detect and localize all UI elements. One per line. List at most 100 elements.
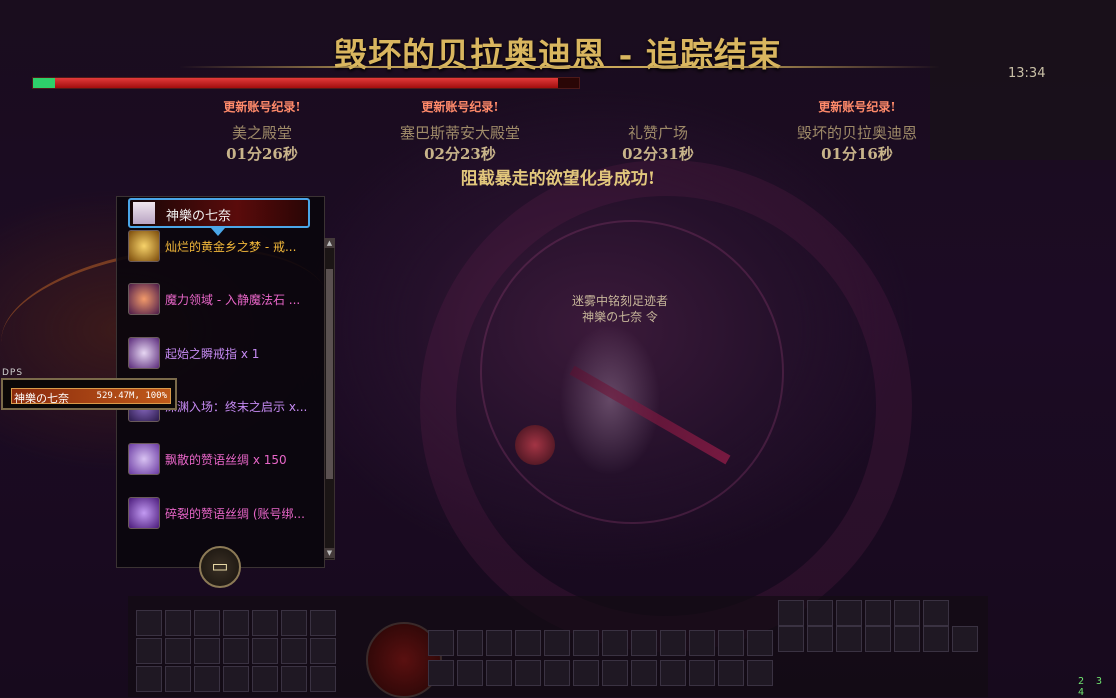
skill-slot[interactable] [544,630,570,656]
skill-slot[interactable] [165,666,191,692]
skill-slot[interactable] [223,610,249,636]
ring-icon [128,337,160,369]
dps-meter[interactable]: 神樂の七奈 529.47M, 100% [1,378,177,410]
clear-time: 01分26秒 [226,145,298,163]
skill-slot[interactable] [778,626,804,652]
skill-slot[interactable] [165,638,191,664]
loot-item[interactable]: 魔力领域 - 入静魔法石 ... [128,283,318,319]
skill-slot[interactable] [894,626,920,652]
skill-slot[interactable] [457,630,483,656]
clear-time: 02分31秒 [622,145,694,163]
skill-slot[interactable] [194,610,220,636]
skill-slot[interactable] [807,600,833,626]
player-character[interactable] [555,325,665,475]
skill-slot[interactable] [515,660,541,686]
skill-slot[interactable] [136,638,162,664]
skill-slot[interactable] [602,630,628,656]
skill-slot[interactable] [310,610,336,636]
torn-silk-icon [128,497,160,529]
record-item: 礼赞广场 02分31秒 [568,98,748,164]
skill-slot[interactable] [660,660,686,686]
dps-value: 529.47M, 100% [96,391,167,401]
skill-slot[interactable] [894,600,920,626]
stage-name: 毁坏的贝拉奥迪恩 [796,124,917,142]
skill-slot[interactable] [923,600,949,626]
skill-slot[interactable] [281,638,307,664]
loot-item-label: 深渊入场：终末之启示 x... [165,400,308,414]
skill-slot[interactable] [865,600,891,626]
skill-slot[interactable] [573,630,599,656]
record-item: 更新账号纪录! 毁坏的贝拉奥迪恩 01分16秒 [767,98,947,164]
skill-slot[interactable] [252,666,278,692]
clear-time: 01分16秒 [821,145,893,163]
skill-slot[interactable] [223,666,249,692]
skill-slot[interactable] [194,638,220,664]
skill-slot[interactable] [836,600,862,626]
dps-tag: DPS [2,368,24,378]
loot-item-label: 碎裂的赞语丝绸 (账号绑... [165,507,305,521]
skill-slot[interactable] [602,660,628,686]
scrollbar-thumb[interactable] [326,269,333,479]
boss-hp-bar [32,77,580,89]
player-title-line1: 迷雾中铭刻足迹者 [571,294,668,308]
gold-ring-icon [128,230,160,262]
loot-item-label: 灿烂的黄金乡之梦 - 戒... [165,240,297,254]
record-item: 更新账号纪录! 塞巴斯蒂安大殿堂 02分23秒 [370,98,550,164]
skill-slot[interactable] [486,660,512,686]
skill-slot[interactable] [865,626,891,652]
loot-item[interactable]: 起始之瞬戒指 x 1 [128,337,318,373]
skill-slot[interactable] [689,630,715,656]
skill-slot[interactable] [252,638,278,664]
skill-slot[interactable] [631,630,657,656]
skill-slot[interactable] [689,660,715,686]
skill-slot[interactable] [310,638,336,664]
skill-slot[interactable] [136,610,162,636]
loot-item[interactable]: 灿烂的黄金乡之梦 - 戒... [128,230,318,266]
skill-slot[interactable] [457,660,483,686]
new-record-label: 更新账号纪录! [223,100,301,114]
skill-slot[interactable] [194,666,220,692]
skill-slot[interactable] [544,660,570,686]
loot-item[interactable]: 飘散的赞语丝绸 x 150 [128,443,318,479]
skill-slot[interactable] [747,660,773,686]
skill-slot[interactable] [428,660,454,686]
scroll-down-icon[interactable]: ▼ [324,548,335,558]
skill-slot[interactable] [281,666,307,692]
skill-slot[interactable] [778,600,804,626]
skill-slot[interactable] [747,630,773,656]
scroll-up-icon[interactable]: ▲ [324,238,335,248]
skill-slot[interactable] [136,666,162,692]
success-message: 阻截暴走的欲望化身成功! [460,169,656,189]
skill-slot[interactable] [718,630,744,656]
skill-slot[interactable] [807,626,833,652]
skill-slot[interactable] [836,626,862,652]
loot-player-tab[interactable]: 神樂の七奈 [128,198,310,228]
dps-player-name: 神樂の七奈 [14,392,69,405]
new-record-label [568,98,748,116]
skill-slot[interactable] [515,630,541,656]
player-avatar [133,202,155,224]
skill-slot[interactable] [486,630,512,656]
skill-slot[interactable] [952,626,978,652]
skill-slot[interactable] [310,666,336,692]
loot-player-name: 神樂の七奈 [166,209,232,224]
chest-button[interactable]: ▭ [199,546,241,588]
hp-bar-fill [55,78,559,88]
player-title-label: 迷雾中铭刻足迹者 神樂の七奈 令 [540,293,700,325]
skill-slot[interactable] [631,660,657,686]
stage-name: 美之殿堂 [231,124,292,142]
skill-slot[interactable] [923,626,949,652]
loot-scrollbar[interactable] [324,238,335,560]
magic-stone-icon [128,283,160,315]
loot-item-label: 飘散的赞语丝绸 x 150 [165,453,287,467]
skill-slot[interactable] [428,630,454,656]
skill-slot[interactable] [165,610,191,636]
skill-slot[interactable] [223,638,249,664]
loot-item[interactable]: 碎裂的赞语丝绸 (账号绑... [128,497,318,533]
skill-slot[interactable] [281,610,307,636]
skill-slot[interactable] [718,660,744,686]
skill-slot[interactable] [252,610,278,636]
bottom-hud [128,596,988,698]
skill-slot[interactable] [660,630,686,656]
skill-slot[interactable] [573,660,599,686]
